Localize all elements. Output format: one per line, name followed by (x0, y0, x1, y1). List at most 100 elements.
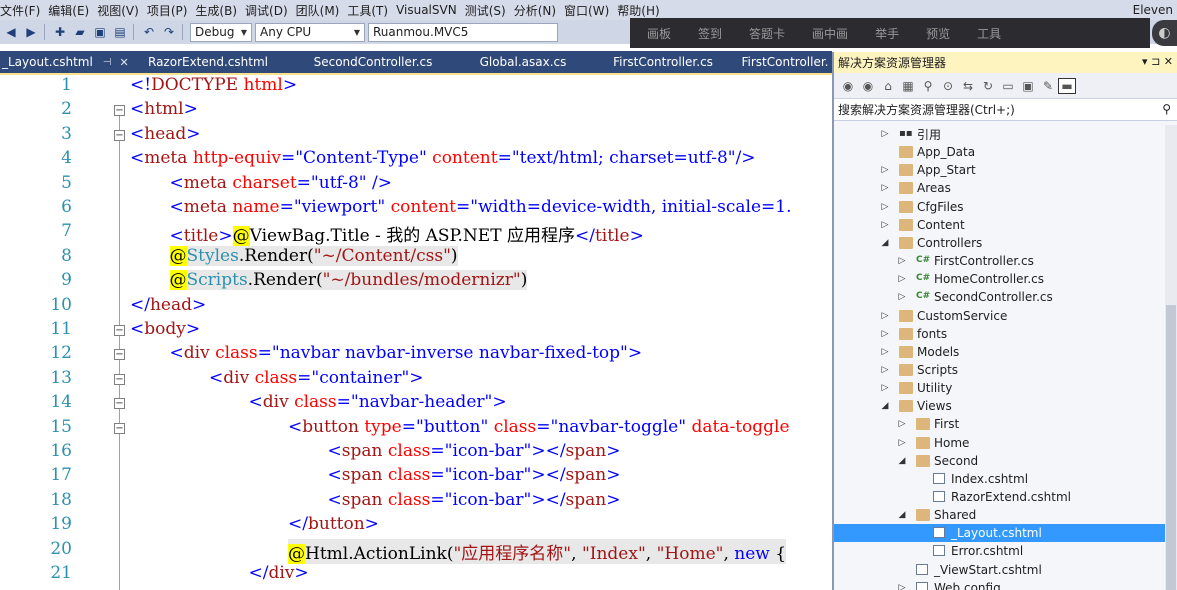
tree-node[interactable]: ▷ ▪▪ 引用 (834, 125, 1167, 143)
document-tab[interactable]: FirstController. (738, 51, 832, 73)
tree-node[interactable]: ▷ C# HomeController.cs (834, 270, 1167, 288)
redo-icon[interactable]: ↷ (160, 23, 178, 41)
expand-icon[interactable]: ▷ (896, 419, 908, 429)
menu-item[interactable]: 编辑(E) (48, 2, 97, 19)
tree-node[interactable]: ◢ Controllers (834, 234, 1167, 252)
recording-tool-button[interactable]: 签到 (698, 25, 722, 42)
menu-item[interactable]: 工具(T) (347, 2, 396, 19)
collapse-all-icon[interactable]: ▭ (998, 76, 1018, 96)
tree-node[interactable]: _ViewStart.cshtml (834, 561, 1167, 579)
collapse-icon[interactable]: ◢ (896, 510, 908, 520)
tree-node[interactable]: ▷ Content (834, 216, 1167, 234)
solution-configuration-select[interactable]: Debug ▼ (190, 22, 252, 42)
menu-item[interactable]: 调试(D) (245, 2, 296, 19)
expand-icon[interactable]: ▷ (879, 383, 891, 393)
scrollbar-thumb[interactable] (1166, 305, 1176, 590)
collapse-region-icon[interactable]: − (114, 373, 125, 385)
recording-logo-icon[interactable]: ◐ (1152, 20, 1177, 46)
collapse-icon[interactable]: ◢ (879, 401, 891, 411)
tree-node[interactable]: ◢ Second (834, 452, 1167, 470)
sync-icon[interactable]: ⇆ (958, 76, 978, 96)
recording-tool-button[interactable]: 画中画 (812, 25, 848, 42)
pin-icon[interactable]: ⊣ (103, 57, 112, 68)
collapse-region-icon[interactable]: − (114, 398, 125, 410)
search-icon[interactable]: ⚲ (1162, 102, 1171, 116)
collapse-region-icon[interactable]: − (114, 325, 125, 336)
tree-node[interactable]: ▷ C# SecondController.cs (834, 288, 1167, 306)
tree-node[interactable]: ▷ CfgFiles (834, 198, 1167, 216)
code-editor[interactable]: 1 <!DOCTYPE html> 2− <html> 3− <head> 4 <meta h… (0, 75, 832, 590)
menu-item[interactable]: 项目(P) (147, 2, 196, 19)
tree-node[interactable]: ◢ Shared (834, 506, 1167, 524)
home-icon[interactable]: ⌂ (878, 76, 898, 96)
tree-node[interactable]: ▷ Areas (834, 179, 1167, 197)
tree-node[interactable]: ▷ Models (834, 343, 1167, 361)
tree-node[interactable]: ▷ Scripts (834, 361, 1167, 379)
back-icon[interactable]: ◉ (838, 76, 858, 96)
forward-icon[interactable]: ▶ (22, 23, 40, 41)
pending-changes-icon[interactable]: ⚲ (918, 76, 938, 96)
recording-tool-button[interactable]: 举手 (875, 25, 899, 42)
properties-icon[interactable]: ✎ (1038, 76, 1058, 96)
menu-item[interactable]: 视图(V) (97, 2, 147, 19)
window-controls-icon[interactable]: ▾ ⊐ ✕ (1142, 55, 1173, 68)
document-tab[interactable]: Global.asax.cs (458, 51, 588, 73)
tree-node[interactable]: ▷ Home (834, 434, 1167, 452)
tree-node[interactable]: _Layout.cshtml (834, 524, 1167, 543)
expand-icon[interactable]: ▷ (879, 220, 891, 230)
menu-item[interactable]: 测试(S) (465, 2, 514, 19)
expand-icon[interactable]: ▷ (879, 129, 891, 139)
document-tab[interactable]: RazorExtend.cshtml (128, 51, 288, 73)
history-icon[interactable]: ⊙ (938, 76, 958, 96)
new-project-icon[interactable]: ✚ (51, 23, 69, 41)
menu-item[interactable]: 分析(N) (514, 2, 564, 19)
expand-icon[interactable]: ▷ (896, 438, 908, 448)
tree-node[interactable]: Error.cshtml (834, 542, 1167, 560)
expand-icon[interactable]: ▷ (896, 274, 908, 284)
expand-icon[interactable]: ▷ (896, 292, 908, 302)
open-file-icon[interactable]: ▰ (71, 23, 89, 41)
document-tab[interactable]: SecondController.cs (288, 51, 458, 73)
collapse-region-icon[interactable]: − (114, 129, 125, 141)
tree-node[interactable]: ◢ Views (834, 397, 1167, 415)
recording-tool-button[interactable]: 工具 (977, 25, 1001, 42)
recording-tool-button[interactable]: 画板 (647, 25, 671, 42)
expand-icon[interactable]: ▷ (879, 183, 891, 193)
menu-item[interactable]: 团队(M) (296, 2, 348, 19)
user-name[interactable]: Eleven (1133, 3, 1173, 17)
tree-node[interactable]: Index.cshtml (834, 470, 1167, 488)
startup-project-select[interactable]: Ruanmou.MVC5 (368, 22, 558, 42)
expand-icon[interactable]: ▷ (879, 329, 891, 339)
forward-icon[interactable]: ◉ (858, 76, 878, 96)
collapse-region-icon[interactable]: − (114, 105, 125, 117)
switch-views-icon[interactable]: ▦ (898, 76, 918, 96)
document-tab[interactable]: _Layout.cshtml ⊣ ✕ (0, 51, 129, 73)
undo-icon[interactable]: ↶ (140, 23, 158, 41)
menu-item[interactable]: 窗口(W) (564, 2, 617, 19)
expand-icon[interactable]: ▷ (879, 347, 891, 357)
save-all-icon[interactable]: ▤ (111, 23, 129, 41)
tree-node[interactable]: App_Data (834, 143, 1167, 161)
preview-selected-icon[interactable]: ▬ (1058, 77, 1076, 94)
save-icon[interactable]: ▣ (91, 23, 109, 41)
tree-node[interactable]: ▷ App_Start (834, 161, 1167, 179)
solution-platform-select[interactable]: Any CPU ▼ (255, 22, 365, 42)
expand-icon[interactable]: ▷ (879, 365, 891, 375)
expand-icon[interactable]: ▷ (879, 311, 891, 321)
tree-node[interactable]: ▷ First (834, 415, 1167, 433)
expand-icon[interactable]: ▷ (879, 165, 891, 175)
menu-item[interactable]: 帮助(H) (617, 2, 667, 19)
expand-icon[interactable]: ▷ (896, 583, 908, 590)
tree-node[interactable]: ▷ Web.config (834, 579, 1167, 590)
tree-node[interactable]: ▷ fonts (834, 325, 1167, 343)
expand-icon[interactable]: ▷ (879, 202, 891, 212)
collapse-icon[interactable]: ◢ (879, 238, 891, 248)
refresh-icon[interactable]: ↻ (978, 76, 998, 96)
tree-node[interactable]: ▷ C# FirstController.cs (834, 252, 1167, 270)
show-all-files-icon[interactable]: ▣ (1018, 76, 1038, 96)
vertical-scrollbar[interactable] (1165, 125, 1177, 590)
menu-item[interactable]: VisualSVN (396, 3, 465, 17)
solution-explorer-search[interactable]: 搜索解决方案资源管理器(Ctrl+;) ⚲ (834, 99, 1177, 121)
document-tab[interactable]: FirstController.cs (588, 51, 738, 73)
collapse-region-icon[interactable]: − (114, 349, 125, 361)
